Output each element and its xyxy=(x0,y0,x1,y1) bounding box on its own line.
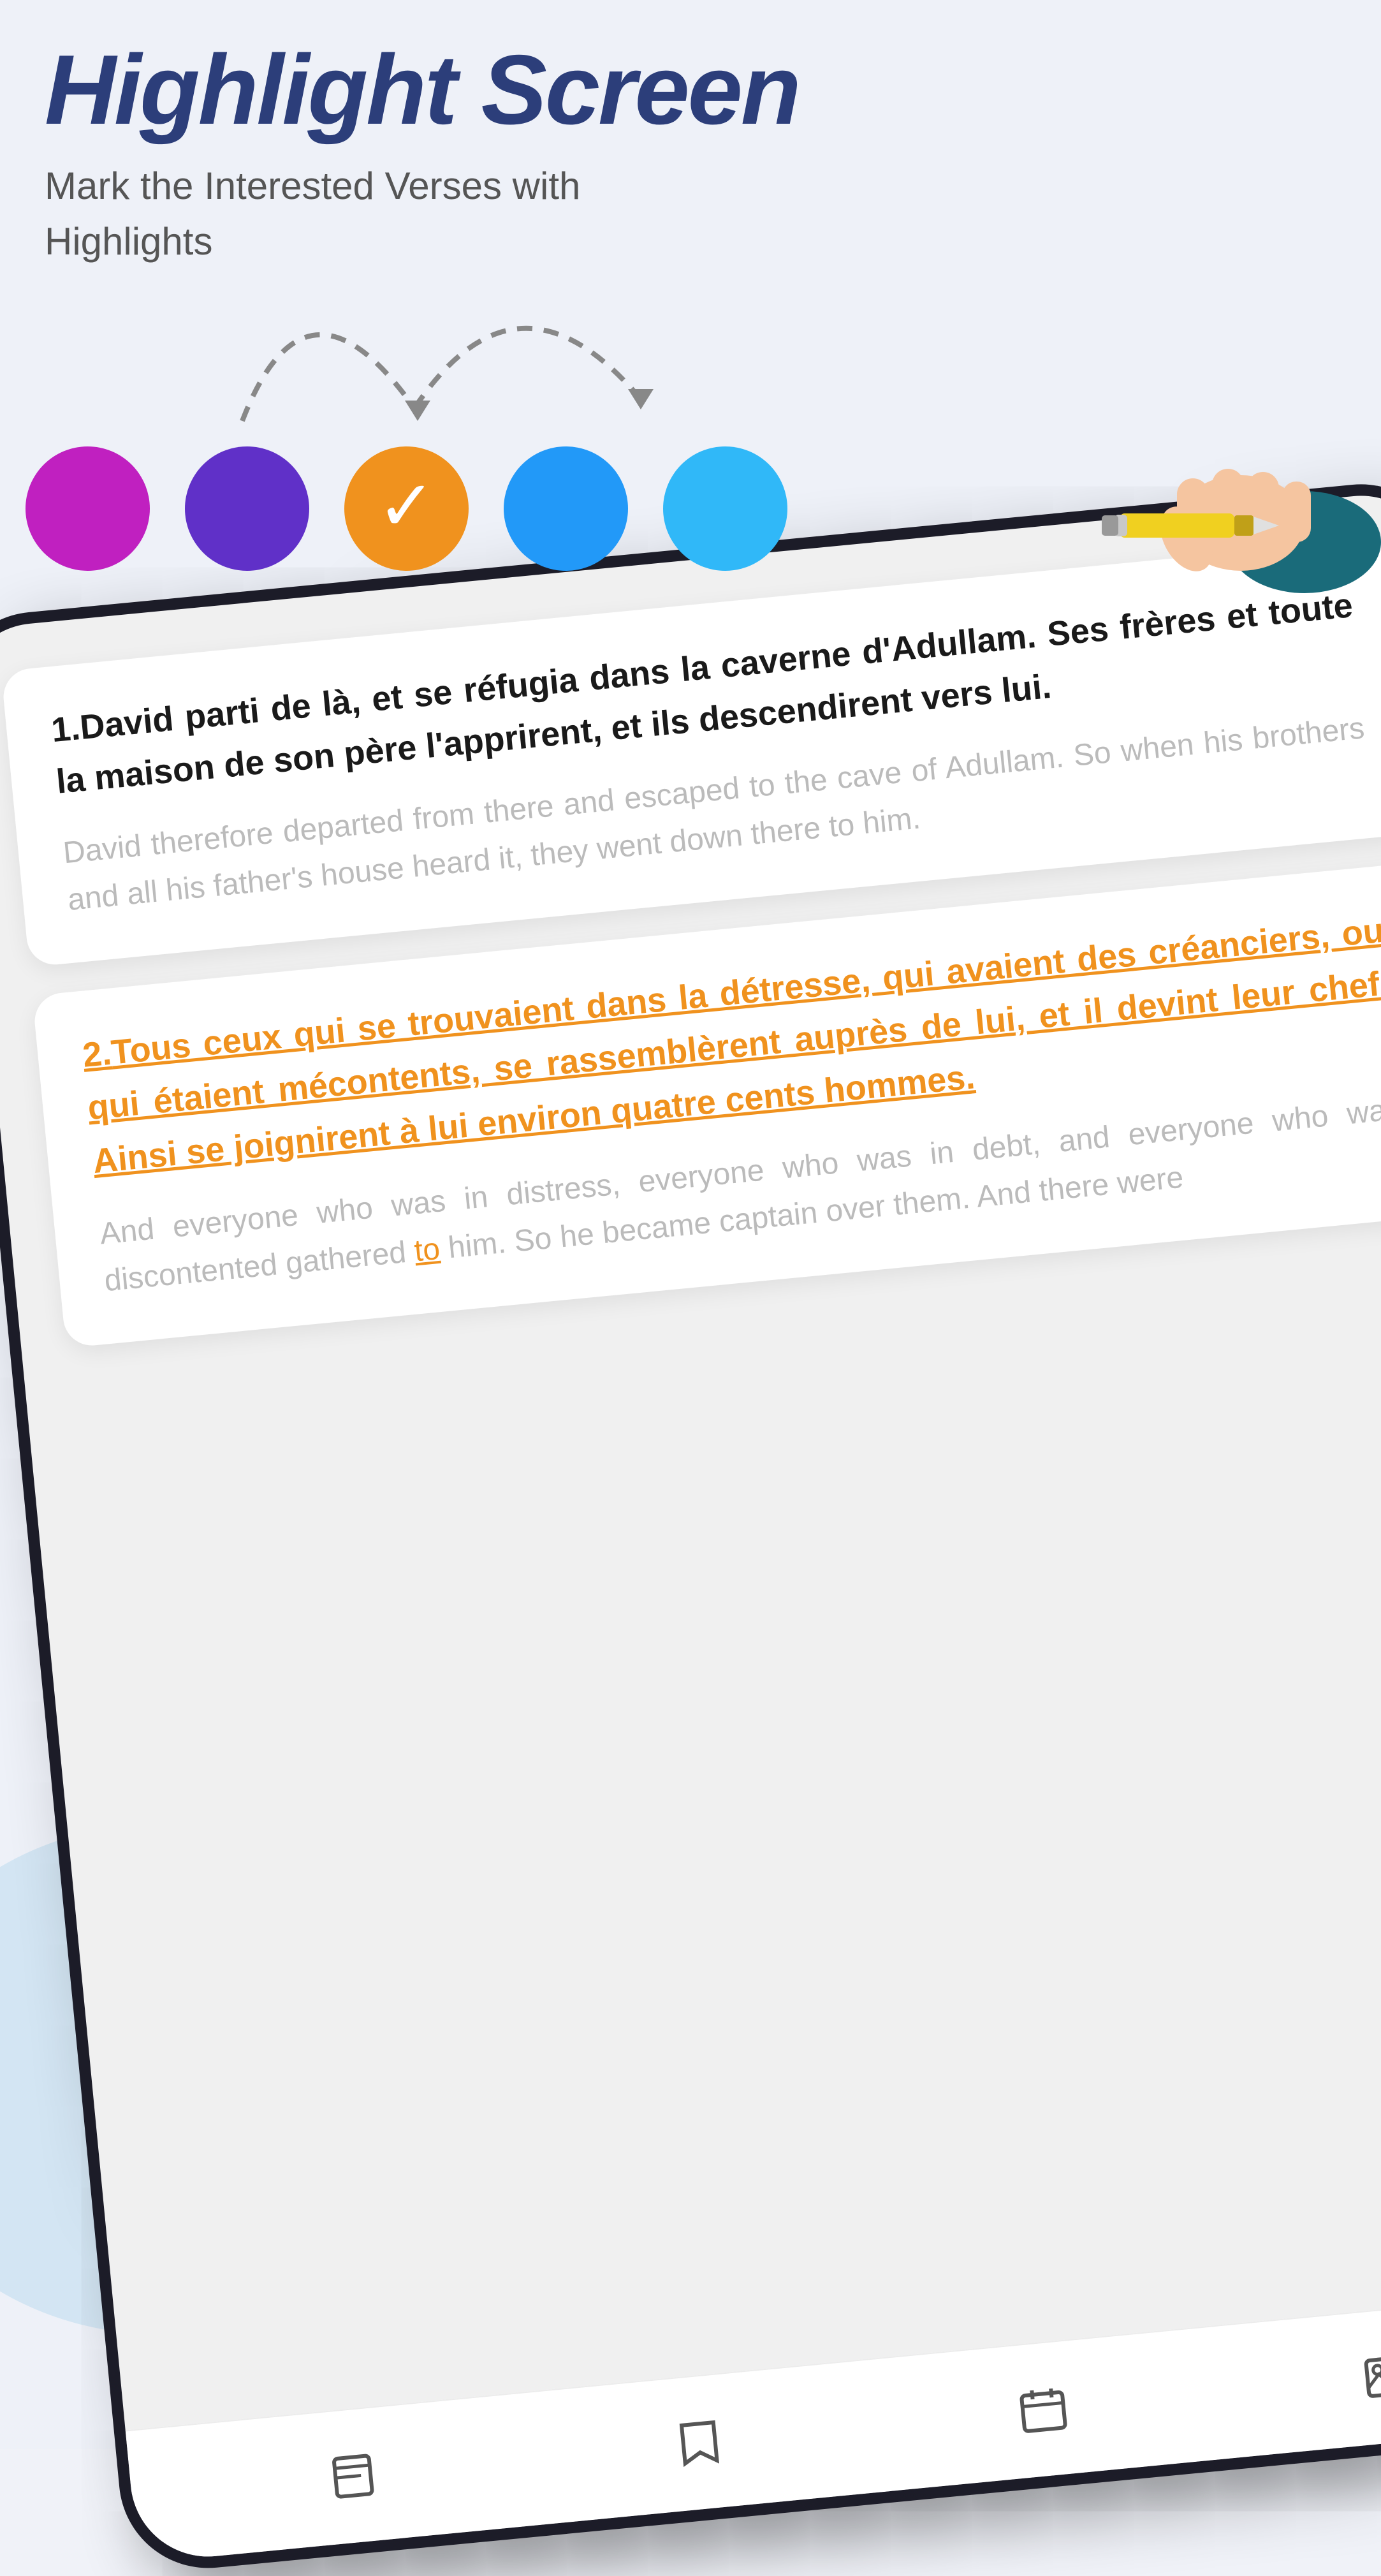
page-title: Highlight Screen xyxy=(45,38,1336,142)
screen-content: 1.David parti de là, et se réfugia dans … xyxy=(0,489,1381,2430)
bookmark-icon xyxy=(671,2415,727,2471)
circle-lightblue[interactable] xyxy=(663,446,787,571)
book-icon xyxy=(327,2448,383,2504)
circle-magenta[interactable] xyxy=(26,446,150,571)
nav-image-button[interactable] xyxy=(1349,2338,1381,2415)
color-circles-row: ✓ xyxy=(26,446,787,571)
phone-mockup: 1.David parti de là, et se réfugia dans … xyxy=(0,476,1381,2576)
dashed-arc-svg xyxy=(140,204,663,446)
nav-book-button[interactable] xyxy=(316,2438,393,2514)
phone-body: 1.David parti de là, et se réfugia dans … xyxy=(0,476,1381,2576)
circle-blue[interactable] xyxy=(504,446,628,571)
nav-bookmark-button[interactable] xyxy=(661,2404,737,2481)
image-icon xyxy=(1360,2349,1381,2404)
phone-screen: 1.David parti de là, et se réfugia dans … xyxy=(0,489,1381,2563)
hand-highlighter-illustration xyxy=(1062,415,1381,593)
nav-calendar-button[interactable] xyxy=(1005,2371,1081,2448)
circle-purple[interactable] xyxy=(185,446,309,571)
circle-orange-selected[interactable]: ✓ xyxy=(344,446,469,571)
checkmark-icon: ✓ xyxy=(377,471,435,541)
calendar-icon xyxy=(1016,2382,1071,2438)
highlighted-word-to: to xyxy=(413,1232,441,1269)
